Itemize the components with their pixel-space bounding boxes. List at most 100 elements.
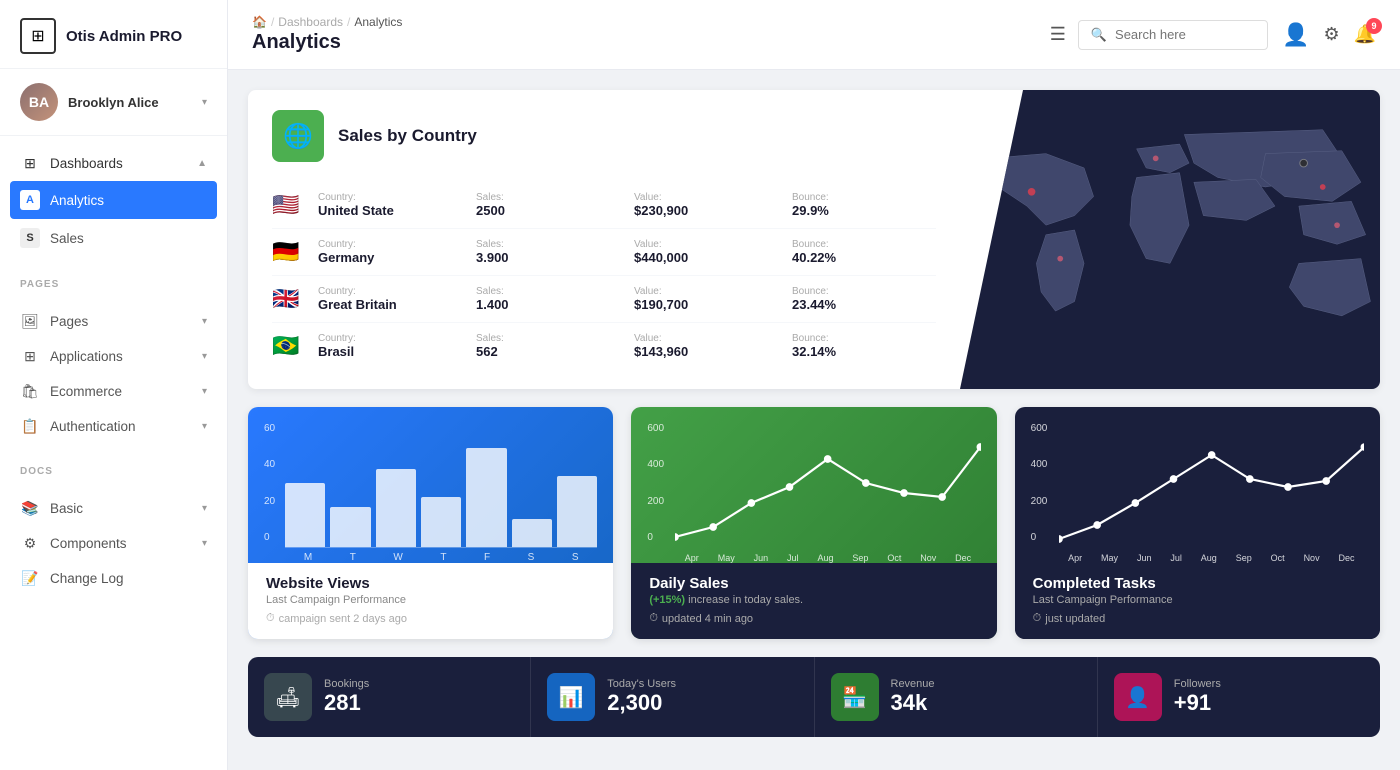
notifications-button[interactable]: 🔔 9 — [1354, 24, 1376, 45]
sidebar-item-label: Pages — [50, 314, 192, 329]
sidebar-item-label: Basic — [50, 501, 192, 516]
notification-badge: 9 — [1366, 18, 1382, 34]
chart-subtitle: Last Campaign Performance — [266, 594, 595, 606]
image-icon: 🖼 — [20, 313, 40, 330]
stat-value: 34k — [891, 690, 1081, 716]
sidebar-item-label: Sales — [50, 231, 207, 246]
stat-revenue: 🏪 Revenue 34k — [815, 657, 1098, 737]
daily-sales-card: 600 400 200 0 AprMayJunJulAugSepOctNovDe… — [631, 407, 996, 639]
sidebar-item-label: Change Log — [50, 571, 207, 586]
header-left: 🏠 / Dashboards / Analytics Analytics — [252, 15, 1038, 54]
home-icon: 🏠 — [252, 15, 267, 29]
sales-left: 🌐 Sales by Country 🇺🇸 Country: United St… — [248, 90, 960, 389]
chart-time: ⏱ campaign sent 2 days ago — [266, 612, 595, 625]
chart-title: Daily Sales — [649, 575, 978, 592]
globe-icon: 🌐 — [272, 110, 324, 162]
grid-icon: ⊞ — [20, 155, 40, 172]
chevron-down-icon: ▾ — [202, 503, 207, 514]
chevron-down-icon: ▾ — [202, 97, 207, 108]
chevron-down-icon: ▾ — [202, 386, 207, 397]
lock-icon: 📋 — [20, 418, 40, 435]
stat-value: 281 — [324, 690, 514, 716]
settings-button[interactable]: ⚙ — [1323, 24, 1339, 45]
content-area: 🌐 Sales by Country 🇺🇸 Country: United St… — [228, 70, 1400, 770]
completed-tasks-footer: Completed Tasks Last Campaign Performanc… — [1015, 563, 1380, 639]
sales-header: 🌐 Sales by Country — [272, 110, 936, 162]
stat-followers-info: Followers +91 — [1174, 678, 1364, 716]
header: 🏠 / Dashboards / Analytics Analytics ☰ 🔍… — [228, 0, 1400, 70]
chart-subtitle: Last Campaign Performance — [1033, 594, 1362, 606]
search-icon: 🔍 — [1091, 27, 1107, 43]
sidebar-item-components[interactable]: ⚙ Components ▾ — [0, 526, 227, 561]
hamburger-button[interactable]: ☰ — [1050, 24, 1066, 45]
sidebar-item-changelog[interactable]: 📝 Change Log — [0, 561, 227, 596]
logo-icon: ⊞ — [20, 18, 56, 54]
flag-gb: 🇬🇧 — [272, 286, 304, 312]
line-chart-area-dark: 600 400 200 0 AprMayJunJulAugSepOctNovDe… — [1015, 407, 1380, 563]
chevron-down-icon: ▾ — [202, 538, 207, 549]
doc-icon: 📝 — [20, 570, 40, 587]
sidebar-item-basic[interactable]: 📚 Basic ▾ — [0, 491, 227, 526]
stat-bookings-info: Bookings 281 — [324, 678, 514, 716]
chevron-down-icon: ▾ — [202, 351, 207, 362]
profile-button[interactable]: 👤 — [1282, 22, 1309, 48]
sidebar-item-authentication[interactable]: 📋 Authentication ▾ — [0, 409, 227, 444]
daily-sales-footer: Daily Sales (+15%) increase in today sal… — [631, 563, 996, 639]
breadcrumb-dashboards: Dashboards — [278, 15, 343, 29]
table-row: 🇧🇷 Country: Brasil Sales: 562 Value: $14… — [272, 323, 936, 369]
shop-icon: 🛍 — [20, 383, 40, 400]
sidebar: ⊞ Otis Admin PRO BA Brooklyn Alice ▾ ⊞ D… — [0, 0, 228, 770]
line-chart-area-green: 600 400 200 0 AprMayJunJulAugSepOctNovDe… — [631, 407, 996, 563]
bookings-icon-box: 🛋 — [264, 673, 312, 721]
pages-section-label: PAGES — [0, 267, 227, 294]
sidebar-item-analytics[interactable]: A Analytics — [10, 181, 217, 219]
stat-value: +91 — [1174, 690, 1364, 716]
header-right: 🔍 👤 ⚙ 🔔 9 — [1078, 20, 1376, 50]
breadcrumb: 🏠 / Dashboards / Analytics — [252, 15, 1038, 29]
stat-value: 2,300 — [607, 690, 797, 716]
sidebar-item-label: Authentication — [50, 419, 192, 434]
flag-usa: 🇺🇸 — [272, 192, 304, 218]
nav-section-dashboards: ⊞ Dashboards ▲ A Analytics S Sales — [0, 136, 227, 267]
avatar: BA — [20, 83, 58, 121]
sales-by-country-card: 🌐 Sales by Country 🇺🇸 Country: United St… — [248, 90, 1380, 389]
sidebar-item-applications[interactable]: ⊞ Applications ▾ — [0, 339, 227, 374]
chevron-down-icon: ▾ — [202, 316, 207, 327]
sidebar-item-ecommerce[interactable]: 🛍 Ecommerce ▾ — [0, 374, 227, 409]
apps-icon: ⊞ — [20, 348, 40, 365]
country-info-usa: Country: United State — [318, 192, 462, 218]
stat-revenue-info: Revenue 34k — [891, 678, 1081, 716]
users-icon-box: 📊 — [547, 673, 595, 721]
sidebar-item-sales[interactable]: S Sales — [0, 219, 227, 257]
charts-row: 60 40 20 0 M T W T — [248, 407, 1380, 639]
main-content: 🏠 / Dashboards / Analytics Analytics ☰ 🔍… — [228, 0, 1400, 770]
book-icon: 📚 — [20, 500, 40, 517]
completed-tasks-card: 600 400 200 0 AprMayJunJulAugSepOctNovDe… — [1015, 407, 1380, 639]
country-table: 🇺🇸 Country: United State Sales: 2500 Val… — [272, 182, 936, 369]
revenue-icon-box: 🏪 — [831, 673, 879, 721]
user-name: Brooklyn Alice — [68, 95, 192, 110]
world-map — [960, 90, 1380, 389]
nav-section-pages: 🖼 Pages ▾ ⊞ Applications ▾ 🛍 Ecommerce ▾… — [0, 294, 227, 454]
nav-letter-s: S — [20, 228, 40, 248]
chevron-down-icon: ▾ — [202, 421, 207, 432]
breadcrumb-current: Analytics — [354, 15, 402, 29]
sidebar-item-dashboards[interactable]: ⊞ Dashboards ▲ — [0, 146, 227, 181]
stat-followers: 👤 Followers +91 — [1098, 657, 1380, 737]
stat-bookings: 🛋 Bookings 281 — [248, 657, 531, 737]
sidebar-item-pages[interactable]: 🖼 Pages ▾ — [0, 304, 227, 339]
sales-title: Sales by Country — [338, 126, 477, 146]
sidebar-item-label: Analytics — [50, 193, 207, 208]
stat-label: Today's Users — [607, 678, 797, 690]
gear-icon: ⚙ — [20, 535, 40, 552]
website-views-card: 60 40 20 0 M T W T — [248, 407, 613, 639]
sidebar-item-label: Dashboards — [50, 156, 187, 171]
search-input[interactable] — [1115, 27, 1255, 42]
sidebar-item-label: Ecommerce — [50, 384, 192, 399]
sidebar-user[interactable]: BA Brooklyn Alice ▾ — [0, 69, 227, 136]
search-box[interactable]: 🔍 — [1078, 20, 1268, 50]
chart-time: ⏱ updated 4 min ago — [649, 612, 978, 625]
chart-title: Website Views — [266, 575, 595, 592]
stats-row: 🛋 Bookings 281 📊 Today's Users 2,300 🏪 R… — [248, 657, 1380, 737]
table-row: 🇬🇧 Country: Great Britain Sales: 1.400 V… — [272, 276, 936, 323]
